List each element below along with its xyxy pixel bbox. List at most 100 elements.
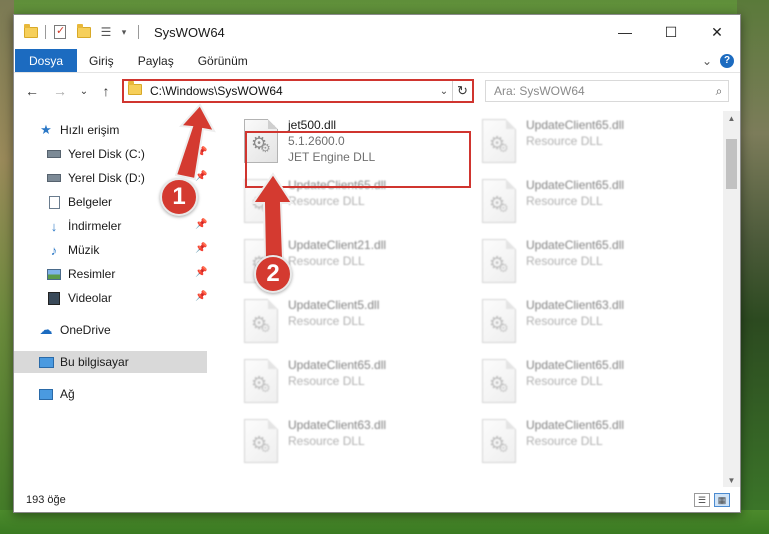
sidebar-item-label: Resimler — [68, 267, 116, 281]
network-icon — [38, 387, 54, 401]
computer-icon — [38, 355, 54, 369]
help-icon[interactable]: ? — [720, 53, 734, 68]
file-item[interactable]: ⚙ ⚙ UpdateClient65.dll Resource DLL — [474, 173, 704, 231]
desktop-background-left — [0, 0, 14, 534]
sidebar-item-quick-access[interactable]: ★ Hızlı erişim — [38, 119, 119, 141]
file-type: Resource DLL — [288, 374, 365, 388]
annotation-badge-2: 2 — [254, 255, 292, 293]
desktop-background-right — [737, 0, 769, 534]
desktop-background-bottom — [0, 510, 769, 534]
sidebar-item-label: Yerel Disk (C:) — [68, 147, 145, 161]
pictures-icon — [46, 267, 62, 281]
annotation-badge-1: 1 — [160, 178, 198, 216]
folder-icon — [128, 81, 142, 98]
download-icon: ↓ — [50, 218, 58, 234]
scroll-up-arrow[interactable]: ▲ — [723, 111, 740, 125]
tab-view[interactable]: Görünüm — [186, 49, 260, 72]
file-explorer-window: ☰ ▾ SysWOW64 — ☐ ✕ Dosya Giriş Paylaş Gö… — [13, 14, 741, 513]
tab-share[interactable]: Paylaş — [126, 49, 186, 72]
file-item[interactable]: ⚙ ⚙ UpdateClient65.dll Resource DLL — [474, 233, 704, 291]
file-name: UpdateClient5.dll — [288, 298, 380, 312]
new-folder-icon[interactable] — [75, 23, 93, 41]
properties-icon[interactable] — [51, 23, 69, 41]
scroll-thumb[interactable] — [726, 139, 737, 189]
file-name: UpdateClient65.dll — [526, 118, 625, 132]
search-icon[interactable]: ⌕ — [710, 84, 728, 99]
tab-home[interactable]: Giriş — [77, 49, 126, 72]
dll-file-icon: ⚙⚙ — [244, 359, 278, 403]
forward-button[interactable]: → — [50, 81, 70, 101]
sidebar-item-local-disk-c[interactable]: Yerel Disk (C:) — [46, 143, 145, 165]
sidebar-item-network[interactable]: Ağ — [38, 383, 75, 405]
sidebar-item-downloads[interactable]: ↓ İndirmeler — [46, 215, 122, 237]
dll-file-icon: ⚙⚙ — [482, 179, 516, 223]
sidebar-item-videos[interactable]: Videolar — [46, 287, 112, 309]
file-name: UpdateClient65.dll — [526, 178, 625, 192]
close-button[interactable]: ✕ — [694, 15, 740, 49]
file-item[interactable]: ⚙ ⚙ UpdateClient65.dll Resource DLL — [474, 113, 704, 171]
dll-file-icon: ⚙⚙ — [482, 419, 516, 463]
sidebar-item-label: Müzik — [68, 243, 100, 257]
sidebar-item-label: Bu bilgisayar — [60, 355, 129, 369]
folder-icon — [22, 23, 40, 41]
file-item[interactable]: ⚙ ⚙ UpdateClient65.dll Resource DLL — [474, 413, 704, 471]
customize-dropdown-icon[interactable]: ▾ — [115, 23, 133, 41]
sidebar-item-label: Yerel Disk (D:) — [68, 171, 145, 185]
pin-icon[interactable]: 📌 — [195, 267, 207, 278]
title-bar: ☰ ▾ SysWOW64 — ☐ ✕ — [14, 15, 740, 49]
file-type: Resource DLL — [526, 134, 603, 148]
pin-icon[interactable]: 📌 — [195, 219, 207, 230]
address-dropdown-icon[interactable]: ⌄ — [436, 86, 452, 97]
file-item[interactable]: ⚙ ⚙ UpdateClient5.dll Resource DLL — [236, 293, 466, 351]
address-bar[interactable]: C:\Windows\SysWOW64 ⌄ ↻ — [122, 79, 474, 103]
maximize-button[interactable]: ☐ — [648, 15, 694, 49]
dll-file-icon: ⚙⚙ — [482, 119, 516, 163]
ribbon-expand-icon[interactable]: ⌄ — [702, 54, 712, 68]
scroll-down-arrow[interactable]: ▼ — [723, 473, 740, 487]
details-view-icon[interactable]: ☰ — [694, 493, 710, 507]
file-type: Resource DLL — [288, 194, 365, 208]
recent-locations-button[interactable]: ⌄ — [74, 81, 94, 101]
sidebar-item-documents[interactable]: Belgeler — [46, 191, 112, 213]
navigation-bar: ← → ⌄ ↑ C:\Windows\SysWOW64 ⌄ ↻ ⌕ — [14, 77, 740, 107]
sidebar-item-label: Ağ — [60, 387, 75, 401]
sidebar-item-label: Belgeler — [68, 195, 113, 209]
pin-icon[interactable]: 📌 — [195, 147, 207, 158]
pin-icon[interactable]: 📌 — [195, 171, 207, 182]
sidebar-item-pictures[interactable]: Resimler — [46, 263, 115, 285]
videos-icon — [46, 291, 62, 305]
refresh-button[interactable]: ↻ — [452, 81, 472, 101]
search-box[interactable]: ⌕ — [485, 80, 729, 102]
minimize-button[interactable]: — — [602, 15, 648, 49]
navigation-pane: ★ Hızlı erişim Yerel Disk (C:) Yerel Dis… — [14, 115, 207, 485]
search-input[interactable] — [494, 82, 710, 100]
pin-icon[interactable]: 📌 — [195, 291, 207, 302]
window-controls: — ☐ ✕ — [602, 15, 740, 49]
back-button[interactable]: ← — [22, 81, 42, 101]
dll-file-icon: ⚙⚙ — [244, 419, 278, 463]
star-icon: ★ — [40, 122, 52, 137]
dll-file-icon: ⚙⚙ — [482, 239, 516, 283]
file-item[interactable]: ⚙ ⚙ UpdateClient63.dll Resource DLL — [474, 293, 704, 351]
file-item[interactable]: ⚙ ⚙ UpdateClient63.dll Resource DLL — [236, 413, 466, 471]
file-name: UpdateClient63.dll — [526, 298, 625, 312]
sidebar-item-local-disk-d[interactable]: Yerel Disk (D:) — [46, 167, 145, 189]
sidebar-item-music[interactable]: ♪ Müzik — [46, 239, 100, 261]
sidebar-item-this-pc[interactable]: Bu bilgisayar — [14, 351, 207, 373]
drive-icon — [46, 171, 62, 185]
tiles-view-icon[interactable]: ▦ — [714, 493, 730, 507]
address-path[interactable]: C:\Windows\SysWOW64 — [150, 84, 436, 98]
file-type: Resource DLL — [526, 434, 603, 448]
file-type: Resource DLL — [288, 254, 365, 268]
sidebar-item-onedrive[interactable]: ☁ OneDrive — [38, 319, 111, 341]
sidebar-item-label: Hızlı erişim — [60, 123, 120, 137]
customize-toolbar-icon[interactable]: ☰ — [97, 23, 115, 41]
file-name: UpdateClient65.dll — [288, 358, 387, 372]
up-button[interactable]: ↑ — [96, 81, 116, 101]
vertical-scrollbar[interactable]: ▲ ▼ — [723, 111, 740, 487]
file-type: Resource DLL — [526, 314, 603, 328]
file-item[interactable]: ⚙ ⚙ UpdateClient65.dll Resource DLL — [474, 353, 704, 411]
tab-file[interactable]: Dosya — [15, 49, 78, 72]
pin-icon[interactable]: 📌 — [195, 243, 207, 254]
file-item[interactable]: ⚙ ⚙ UpdateClient65.dll Resource DLL — [236, 353, 466, 411]
